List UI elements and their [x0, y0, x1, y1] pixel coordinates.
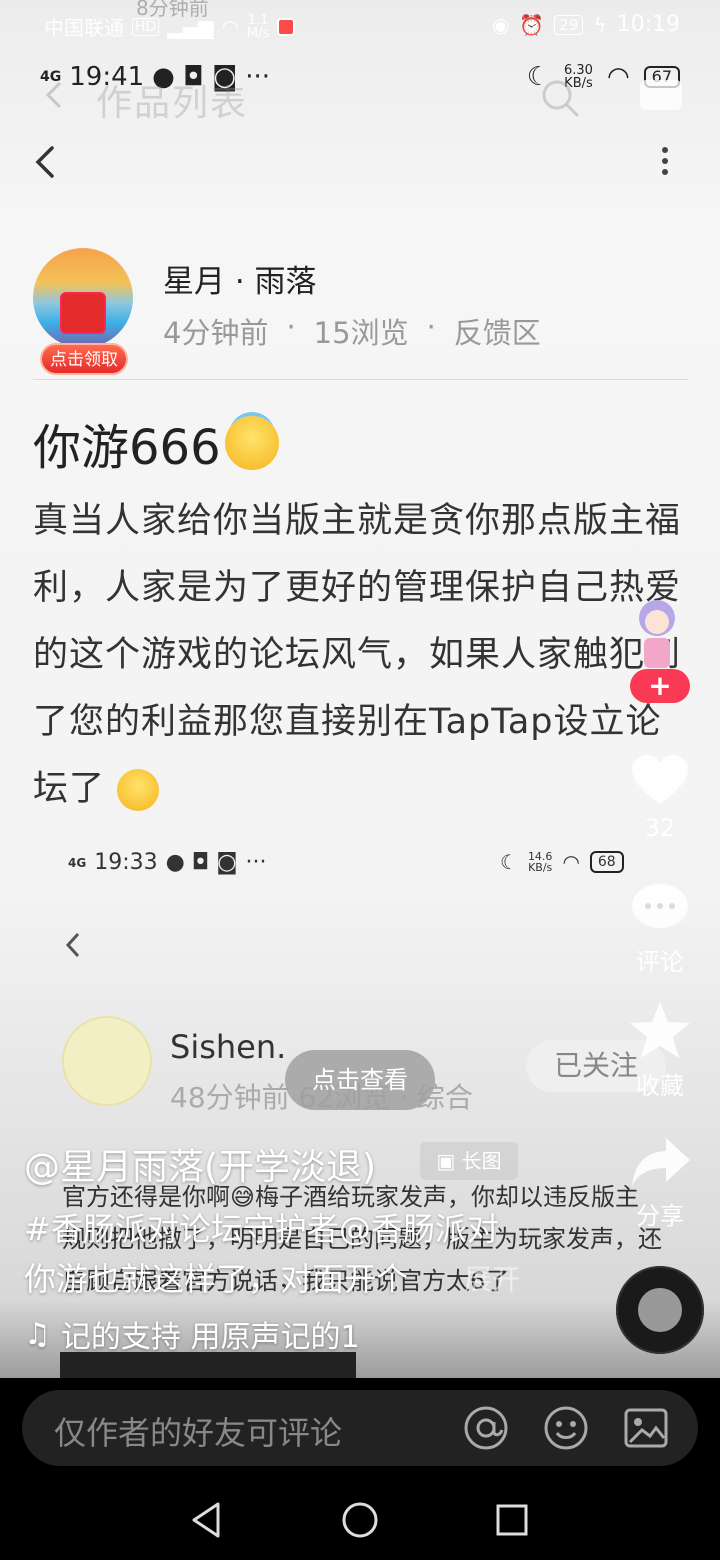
overlay-author-tag[interactable]: @星月雨落(开学淡退): [24, 1138, 376, 1190]
embed-back-icon: [65, 932, 80, 958]
battery-indicator: 29: [554, 14, 584, 35]
post-body-text: 真当人家给你当版主就是贪你那点版主福利，人家是为了更好的管理保护自己热爱的这个游…: [33, 501, 682, 809]
post-views: 15浏览: [313, 316, 409, 350]
author-name[interactable]: 星月 · 雨落: [163, 256, 317, 301]
hd-icon: HD: [132, 17, 160, 36]
embed-speed: 14.6 KB/s: [528, 851, 553, 873]
meta-separator: ·: [426, 310, 436, 344]
star-icon: [630, 1002, 690, 1058]
halo-smile-emoji-icon: [224, 416, 279, 470]
view-image-button[interactable]: 点击查看: [285, 1050, 435, 1110]
inner-more-dots: ···: [245, 62, 270, 92]
follow-plus-button[interactable]: +: [630, 669, 690, 703]
comment-placeholder: 仅作者的好友可评论: [54, 1414, 343, 1452]
share-button[interactable]: 分享: [622, 1134, 698, 1231]
embed-dark-bar: [60, 1352, 356, 1380]
alarm-icon: ⏰: [519, 12, 545, 37]
embed-battery: 68: [589, 851, 624, 873]
clock: 10:19: [616, 12, 680, 37]
net-speed: 1.1 M/s: [247, 14, 269, 40]
ghost-message-icon: [640, 80, 682, 110]
net-speed-unit: M/s: [246, 25, 270, 41]
embed-status-right: ☾ 14.6 KB/s ◠ 68: [500, 850, 624, 874]
meta-separator: ·: [286, 310, 296, 344]
post-body: 真当人家给你当版主就是贪你那点版主福利，人家是为了更好的管理保护自己热爱的这个游…: [33, 488, 688, 823]
redpack-claim-badge[interactable]: 点击领取: [40, 343, 128, 375]
embed-more-dots: ···: [245, 850, 267, 875]
embed-status-icons: ● ◘ ◙: [165, 850, 238, 875]
embed-speed-unit: KB/s: [528, 861, 553, 874]
carrier-label: 中国联通: [44, 16, 124, 40]
post-title-text: 你游666: [33, 420, 221, 476]
music-note-icon: ♫: [24, 1316, 51, 1352]
comment-label: 评论: [636, 948, 684, 976]
red-packet-icon[interactable]: [60, 292, 106, 334]
like-count: 32: [644, 814, 676, 842]
music-disc-icon[interactable]: [616, 1266, 704, 1354]
inner-wifi-icon: ◠: [606, 62, 630, 92]
divider: [33, 379, 688, 380]
ghost-search-icon: [542, 80, 580, 118]
heart-icon: [632, 755, 688, 804]
post-meta: 4分钟前 · 15浏览 · 反馈区: [163, 310, 541, 352]
screen: 8分钟前 中国联通 HD ▂▄▆ ◠ 1.1 M/s ◉ ⏰ 29 ϟ 10:1…: [0, 0, 720, 1560]
sweat-smile-emoji-icon: [117, 769, 160, 811]
image-picker-icon[interactable]: [622, 1404, 670, 1452]
back-button[interactable]: [28, 140, 68, 184]
embed-author-name: Sishen.: [170, 1028, 287, 1066]
post-board[interactable]: 反馈区: [454, 310, 541, 352]
like-button[interactable]: 32: [622, 752, 698, 842]
ghost-back-icon: [45, 81, 62, 109]
mascot-icon[interactable]: [622, 596, 692, 676]
nav-recents-icon[interactable]: [488, 1496, 536, 1544]
mention-icon[interactable]: [462, 1404, 510, 1452]
overlay-description: 你游也就这样了，对面开个: [24, 1260, 409, 1298]
eye-icon: ◉: [491, 12, 510, 37]
unfold-button[interactable]: 展开: [464, 1258, 520, 1298]
overlay-hashtags[interactable]: #香肠派对论坛守护者@香肠派对: [24, 1204, 499, 1250]
embed-avatar: [62, 1016, 152, 1106]
more-options-button[interactable]: [650, 140, 680, 184]
music-label: 记的支持 用原声记的1: [60, 1320, 360, 1355]
embed-signal: 4G: [68, 855, 87, 870]
overlay-music[interactable]: ♫ 记的支持 用原声记的1: [24, 1312, 360, 1356]
disc-cover: [638, 1288, 682, 1332]
wifi-icon: ◠: [221, 14, 239, 39]
post-title: 你游666: [33, 408, 279, 478]
app-notification-icon: [277, 17, 296, 36]
image-icon: ▣: [436, 1149, 462, 1173]
embed-time: 19:33: [94, 850, 158, 875]
share-arrow-icon: [632, 1138, 690, 1186]
long-image-badge: ▣ 长图: [420, 1142, 518, 1180]
post-time: 4分钟前: [163, 316, 269, 350]
share-label: 分享: [636, 1202, 684, 1230]
signal-icon: ▂▄▆: [167, 14, 214, 39]
long-image-label: 长图: [461, 1149, 502, 1173]
nav-back-icon[interactable]: [184, 1496, 232, 1544]
collect-label: 收藏: [636, 1072, 684, 1100]
system-status-bar: 8分钟前 中国联通 HD ▂▄▆ ◠ 1.1 M/s ◉ ⏰ 29 ϟ 10:1…: [0, 0, 720, 50]
embed-status-left: 4G 19:33 ● ◘ ◙ ···: [68, 850, 267, 875]
comment-bubble-icon: [632, 884, 688, 928]
embed-wifi-icon: ◠: [562, 850, 580, 874]
nav-home-icon[interactable]: [336, 1496, 384, 1544]
embed-moon-icon: ☾: [500, 850, 518, 874]
comment-button[interactable]: 评论: [622, 880, 698, 977]
ghost-header-title: 作品列表: [96, 83, 249, 124]
emoji-icon[interactable]: [542, 1404, 590, 1452]
charging-icon: ϟ: [593, 12, 607, 37]
collect-button[interactable]: 收藏: [622, 1000, 698, 1101]
